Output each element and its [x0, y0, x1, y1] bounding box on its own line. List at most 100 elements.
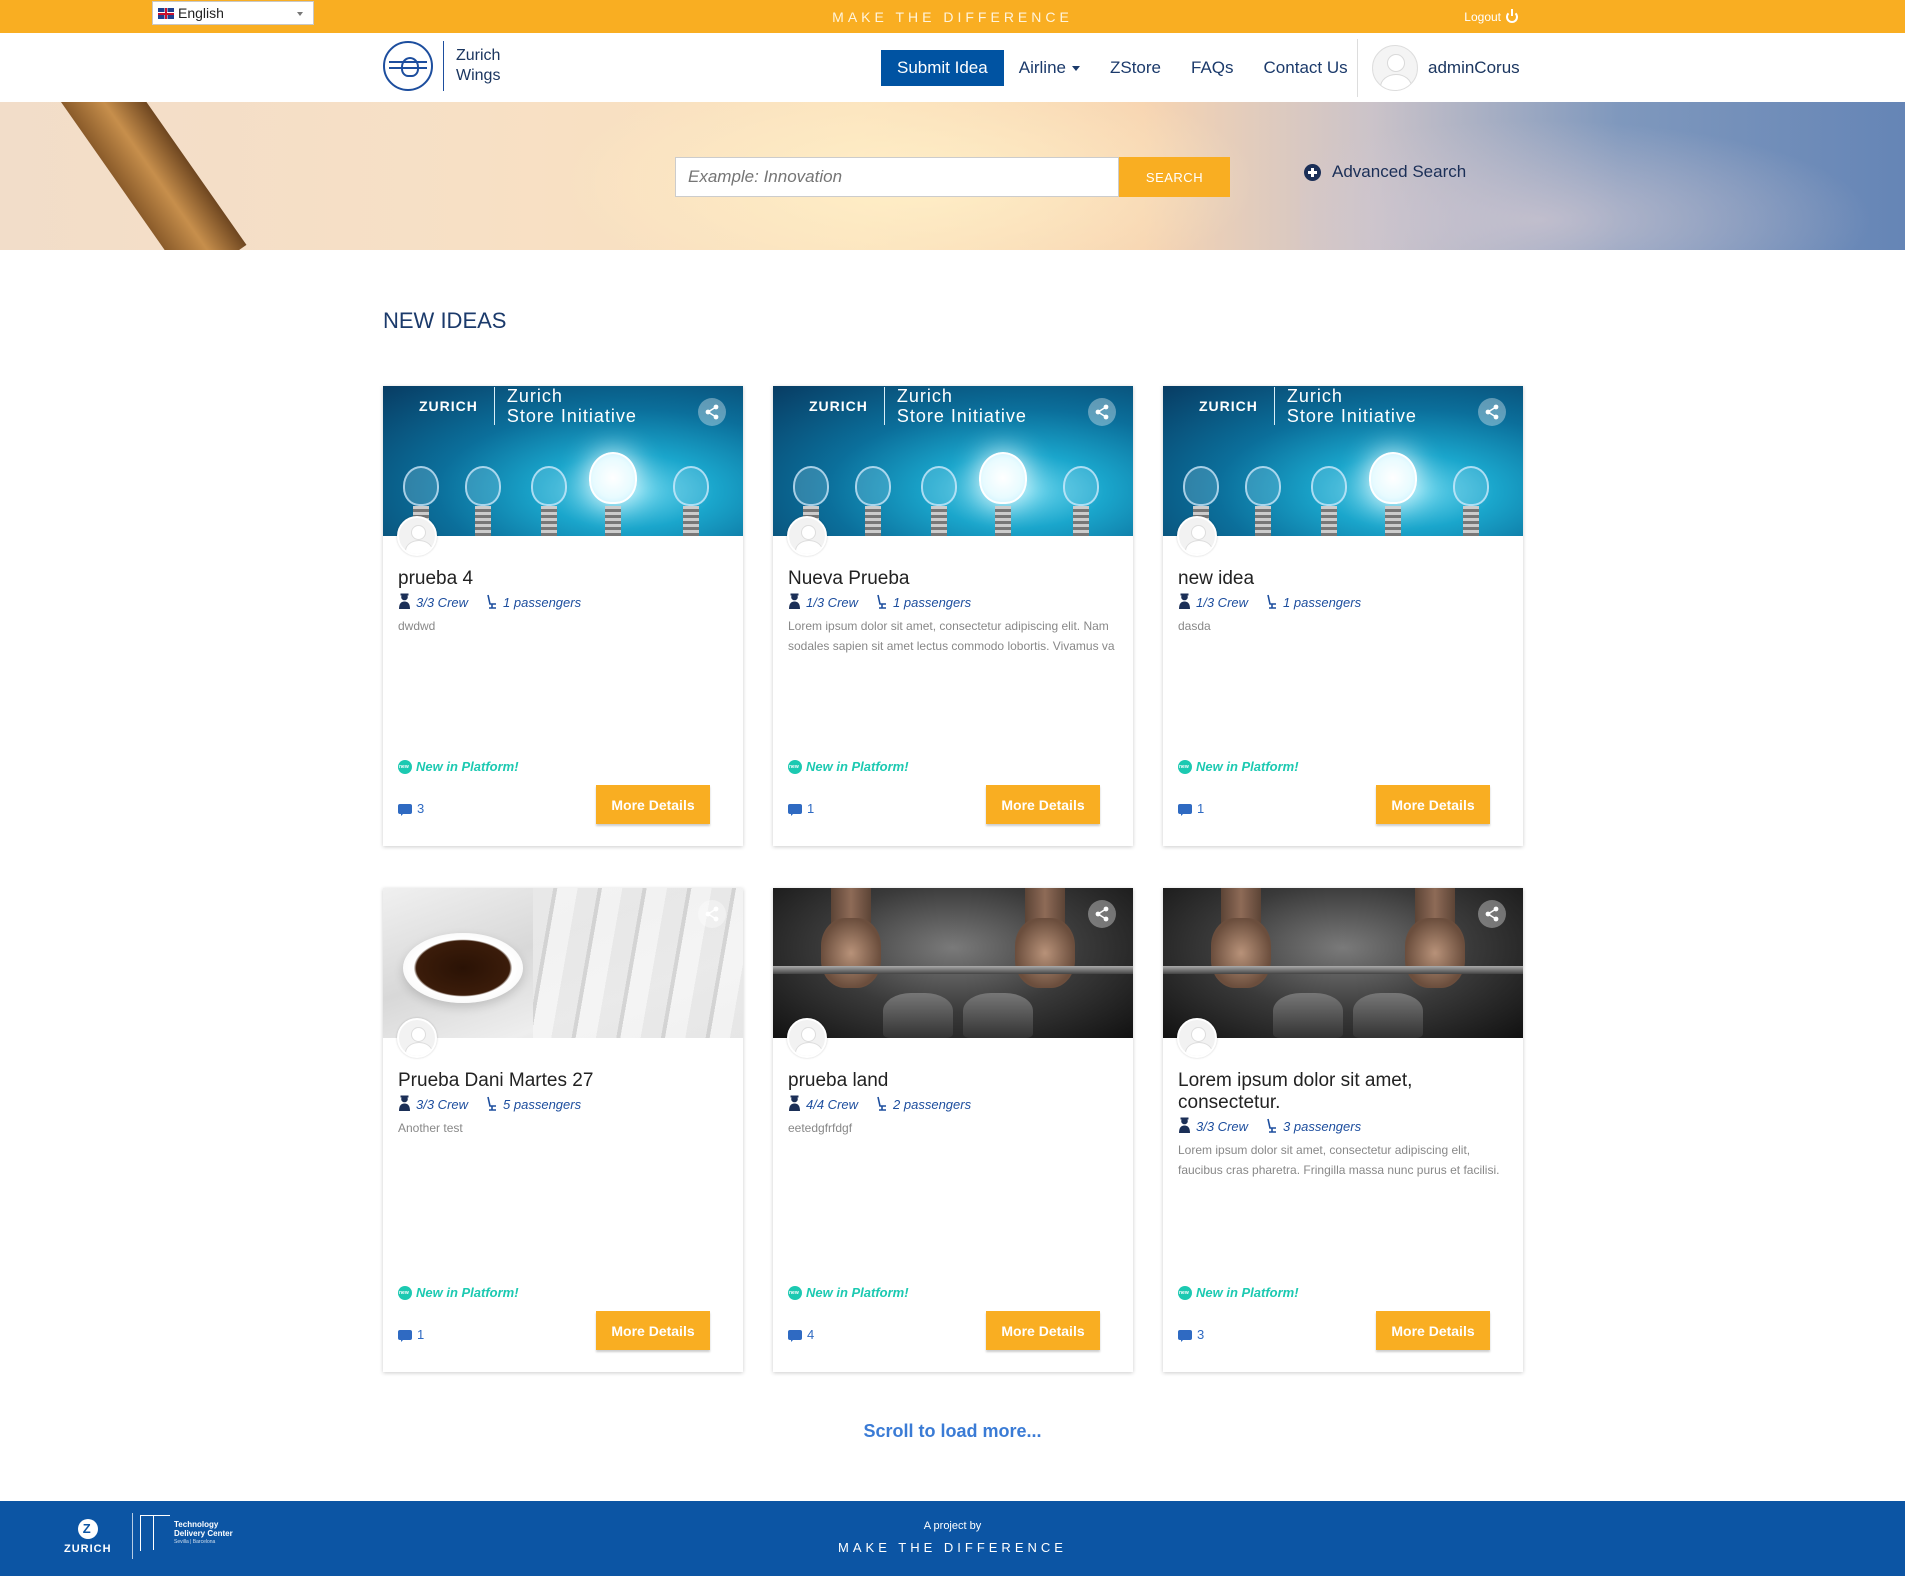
idea-description: Lorem ipsum dolor sit amet, consectetur … [788, 619, 1115, 653]
comments-count[interactable]: 1 [1178, 801, 1204, 816]
more-details-button[interactable]: More Details [596, 785, 710, 824]
share-icon[interactable] [1478, 900, 1506, 928]
crew-icon [1178, 593, 1191, 612]
brand-logo-link[interactable]: Zurich Wings [383, 41, 500, 91]
nav-divider [1357, 39, 1358, 97]
share-icon[interactable] [1088, 398, 1116, 426]
crew-stat: 1/3 Crew [1178, 593, 1248, 612]
passengers-count: 1 passengers [1283, 595, 1362, 610]
idea-card[interactable]: ZURICH Zurich Store Initiative prueba 4 3/3 … [383, 386, 743, 846]
new-badge-label: New in Platform! [806, 1285, 909, 1300]
brand-divider [443, 41, 444, 91]
idea-description: dwdwd [398, 619, 436, 633]
idea-card[interactable]: Lorem ipsum dolor sit amet, consectetur.… [1163, 888, 1523, 1372]
section-title: NEW IDEAS [383, 308, 507, 333]
hand-image [1405, 918, 1465, 988]
idea-card-image[interactable] [383, 888, 743, 1038]
advanced-search-link[interactable]: Advanced Search [1304, 162, 1466, 182]
zurich-store-banner: ZURICH Zurich Store Initiative [809, 386, 1027, 426]
more-details-button[interactable]: More Details [596, 1311, 710, 1350]
more-details-button[interactable]: More Details [1376, 1311, 1490, 1350]
idea-description: Another test [398, 1121, 463, 1135]
footer: ZURICH Technology Delivery Center Sevill… [0, 1501, 1905, 1576]
seat-icon [876, 1096, 888, 1114]
idea-card-image[interactable] [773, 888, 1133, 1038]
share-icon[interactable] [1088, 900, 1116, 928]
idea-card-image[interactable] [1163, 888, 1523, 1038]
airplane-wing-image [40, 102, 247, 250]
new-badge-icon [788, 759, 802, 774]
author-avatar [397, 516, 437, 556]
crew-count: 4/4 Crew [806, 1097, 859, 1112]
idea-card[interactable]: ZURICH Zurich Store Initiative Nueva Prueba… [773, 386, 1133, 846]
banner-line-2: Store Initiative [1286, 406, 1417, 426]
crew-icon [1178, 1117, 1191, 1136]
banner-line-1: Zurich [896, 386, 953, 406]
idea-card[interactable]: ZURICH Zurich Store Initiative new idea 1/3 … [1163, 386, 1523, 846]
idea-card-image[interactable]: ZURICH Zurich Store Initiative [1163, 386, 1523, 536]
power-icon [1506, 9, 1518, 23]
author-avatar [787, 516, 827, 556]
more-details-button[interactable]: More Details [986, 1311, 1100, 1350]
nav-faqs[interactable]: FAQs [1191, 58, 1234, 78]
nav-airline-dropdown[interactable]: Airline [1019, 58, 1080, 78]
idea-card-image[interactable]: ZURICH Zurich Store Initiative [383, 386, 743, 536]
more-details-button[interactable]: More Details [1376, 785, 1490, 824]
lightbulb-icon [673, 466, 709, 536]
hero-banner: SEARCH Advanced Search [0, 102, 1905, 250]
comments-count[interactable]: 3 [398, 801, 424, 816]
idea-title[interactable]: Prueba Dani Martes 27 [398, 1070, 728, 1092]
zurich-logo-text: ZURICH [419, 398, 478, 414]
comments-count[interactable]: 1 [788, 801, 814, 816]
more-details-button[interactable]: More Details [986, 785, 1100, 824]
nav-airline-label: Airline [1018, 58, 1066, 77]
idea-title[interactable]: new idea [1178, 568, 1508, 590]
lightbulb-icon [855, 466, 891, 536]
share-icon[interactable] [698, 398, 726, 426]
idea-card-image[interactable]: ZURICH Zurich Store Initiative [773, 386, 1133, 536]
seat-icon [1266, 594, 1278, 612]
comments-count[interactable]: 3 [1178, 1327, 1204, 1342]
search-input[interactable] [675, 157, 1119, 197]
new-in-platform-badge: New in Platform! [398, 1285, 519, 1300]
idea-card[interactable]: prueba land 4/4 Crew 2 passengers eetedgfrf… [773, 888, 1133, 1372]
load-more-link[interactable]: Scroll to load more... [0, 1421, 1905, 1442]
crew-count: 1/3 Crew [806, 595, 859, 610]
idea-title[interactable]: Lorem ipsum dolor sit amet, consectetur. [1178, 1070, 1508, 1114]
idea-stats: 1/3 Crew 1 passengers [1178, 593, 1379, 612]
idea-title[interactable]: prueba 4 [398, 568, 728, 590]
nav-zstore[interactable]: ZStore [1110, 58, 1161, 78]
user-name: adminCorus [1428, 58, 1520, 77]
top-tagline: MAKE THE DIFFERENCE [832, 9, 1073, 25]
coffee-cup-image [403, 933, 523, 1003]
user-menu[interactable]: adminCorus [1372, 45, 1520, 91]
passengers-stat: 2 passengers [876, 1096, 971, 1114]
submit-idea-button[interactable]: Submit Idea [881, 50, 1004, 86]
comments-number: 1 [1197, 801, 1205, 816]
search-button[interactable]: SEARCH [1119, 157, 1230, 197]
comments-count[interactable]: 1 [398, 1327, 424, 1342]
zurich-store-banner: ZURICH Zurich Store Initiative [419, 386, 637, 426]
nav-contact-us[interactable]: Contact Us [1264, 58, 1348, 78]
logout-link[interactable]: Logout [1464, 9, 1518, 24]
idea-title[interactable]: prueba land [788, 1070, 1118, 1092]
share-icon[interactable] [1478, 398, 1506, 426]
comments-count[interactable]: 4 [788, 1327, 814, 1342]
crew-icon [788, 593, 801, 612]
idea-title[interactable]: Nueva Prueba [788, 568, 1118, 590]
idea-card[interactable]: Prueba Dani Martes 27 3/3 Crew 5 passenger… [383, 888, 743, 1372]
passengers-stat: 5 passengers [486, 1096, 581, 1114]
passengers-count: 1 passengers [893, 595, 972, 610]
new-badge-icon [398, 759, 412, 774]
new-in-platform-badge: New in Platform! [398, 759, 519, 774]
idea-stats: 3/3 Crew 5 passengers [398, 1095, 599, 1114]
new-badge-icon [788, 1285, 802, 1300]
main-navbar: Zurich Wings Submit Idea Airline ZStore … [0, 33, 1905, 102]
passengers-stat: 1 passengers [876, 594, 971, 612]
footer-project-by: A project by [923, 1520, 982, 1532]
banner-line-1: Zurich [1286, 386, 1343, 406]
new-badge-label: New in Platform! [416, 759, 519, 774]
user-avatar [1372, 45, 1418, 91]
share-icon[interactable] [698, 900, 726, 928]
idea-description: Lorem ipsum dolor sit amet, consectetur … [1178, 1143, 1500, 1177]
